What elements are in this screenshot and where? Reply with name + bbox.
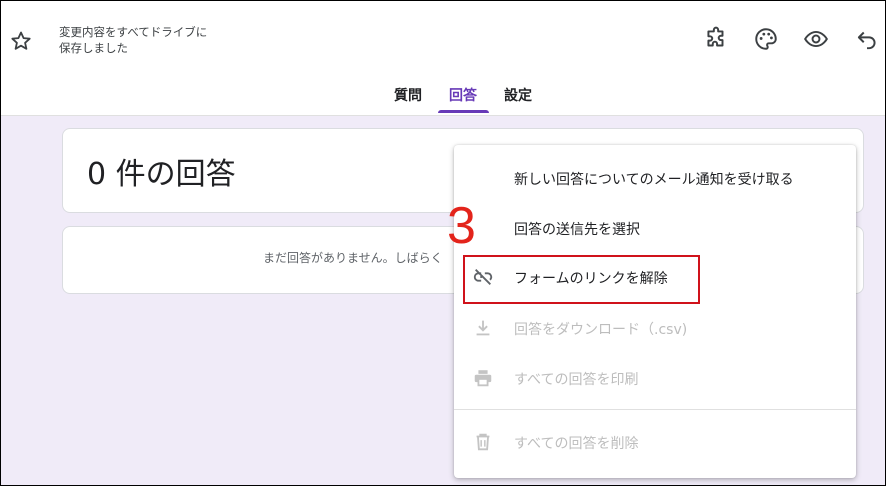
eye-preview-icon[interactable]: [803, 26, 829, 52]
save-status: 変更内容をすべてドライブに 保存しました: [59, 24, 207, 56]
palette-icon[interactable]: [753, 26, 779, 52]
tab-bar: 質問 回答 設定: [1, 85, 885, 115]
save-status-line1: 変更内容をすべてドライブに: [59, 25, 208, 39]
menu-item-label: 回答の送信先を選択: [514, 222, 640, 238]
menu-item-label: すべての回答を削除: [514, 436, 639, 452]
menu-divider: [454, 409, 856, 410]
empty-message: まだ回答がありません。しばらく: [263, 251, 443, 265]
responses-more-menu: 新しい回答についてのメール通知を受け取る 回答の送信先を選択 フォームのリンクを…: [454, 145, 856, 478]
menu-item-label: すべての回答を印刷: [514, 372, 639, 388]
active-tab-indicator: [438, 110, 489, 113]
header-bar: 変更内容をすべてドライブに 保存しました 質問 回答 設定: [1, 1, 885, 116]
trash-icon: [476, 433, 490, 451]
menu-item-label: 新しい回答についてのメール通知を受け取る: [514, 172, 794, 188]
menu-item-print-all[interactable]: すべての回答を印刷: [454, 356, 856, 400]
tab-responses[interactable]: 回答: [449, 85, 477, 105]
menu-item-email-notifications[interactable]: 新しい回答についてのメール通知を受け取る: [454, 156, 856, 200]
star-outline-icon[interactable]: [9, 29, 33, 53]
print-icon: [474, 370, 492, 387]
tab-questions[interactable]: 質問: [394, 85, 422, 105]
puzzle-addon-icon[interactable]: [703, 26, 729, 52]
undo-icon[interactable]: [854, 26, 880, 52]
app-window: 変更内容をすべてドライブに 保存しました 質問 回答 設定 0 件の回答 まだ回…: [0, 0, 886, 486]
tab-settings[interactable]: 設定: [504, 85, 532, 105]
menu-item-select-destination[interactable]: 回答の送信先を選択: [454, 206, 856, 250]
response-count: 0 件の回答: [87, 157, 236, 192]
annotation-highlight-box: [463, 255, 700, 304]
annotation-step-number: 3: [447, 197, 476, 255]
download-icon: [476, 320, 490, 336]
save-status-line2: 保存しました: [59, 41, 128, 55]
menu-item-download-csv[interactable]: 回答をダウンロード（.csv): [454, 306, 856, 350]
menu-item-label: 回答をダウンロード（.csv): [514, 322, 688, 338]
menu-item-delete-all[interactable]: すべての回答を削除: [454, 420, 856, 464]
